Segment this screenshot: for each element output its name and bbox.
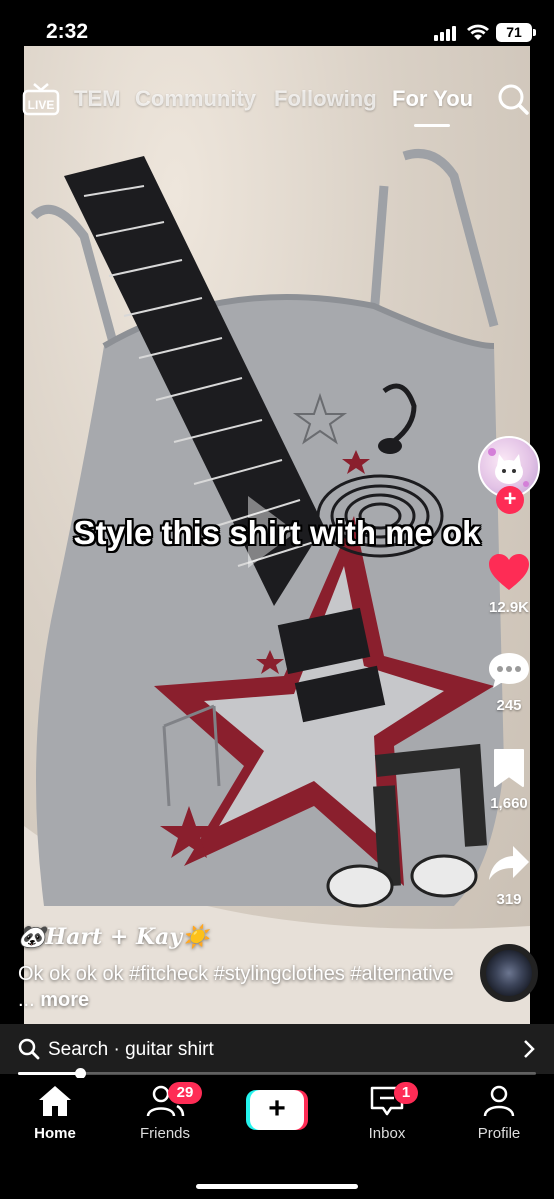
live-label: LIVE: [28, 98, 55, 112]
profile-icon: [483, 1085, 515, 1117]
related-search-text: Search · guitar shirt: [48, 1039, 214, 1060]
status-time: 2:32: [46, 20, 89, 43]
bookmark-button[interactable]: 1,660: [476, 748, 542, 812]
tab-home-label: Home: [34, 1125, 76, 1142]
search-icon: [18, 1038, 40, 1060]
live-tv-icon[interactable]: LIVE: [22, 82, 60, 116]
active-tab-indicator: [414, 124, 450, 127]
share-button[interactable]: 319: [476, 844, 542, 908]
friends-badge: 29: [168, 1082, 202, 1104]
creator-username[interactable]: 🐼𝑯𝒂𝒓𝒕 + 𝑲𝒂𝒚☀️: [18, 924, 210, 950]
tab-profile-label: Profile: [477, 1125, 521, 1142]
progress-fill: [18, 1072, 81, 1075]
tab-friends-label: Friends: [139, 1125, 191, 1142]
share-count: 319: [496, 891, 522, 908]
tab-profile[interactable]: Profile: [454, 1084, 544, 1142]
sound-disc[interactable]: [480, 944, 538, 1002]
bookmark-icon: [494, 749, 524, 787]
video-progress-bar[interactable]: [18, 1068, 536, 1079]
related-search-bar[interactable]: Search · guitar shirt: [0, 1024, 554, 1074]
comment-icon: [489, 653, 529, 688]
heart-icon: [489, 554, 529, 590]
plus-icon: +: [250, 1090, 304, 1130]
home-icon: [39, 1086, 71, 1116]
battery-icon: 71: [496, 23, 536, 42]
more-link[interactable]: more: [40, 989, 89, 1011]
tab-inbox-label: Inbox: [368, 1125, 406, 1142]
inbox-badge: 1: [394, 1082, 418, 1104]
cellular-signal-icon: [434, 25, 460, 41]
search-icon[interactable]: [496, 82, 530, 116]
bottom-tab-bar: Home Friends 29 + Inbox 1 Profile: [0, 1078, 554, 1199]
share-arrow-icon: [489, 846, 529, 880]
like-button[interactable]: 12.9K: [476, 552, 542, 616]
tab-community[interactable]: Community: [135, 86, 256, 112]
create-button[interactable]: +: [246, 1090, 308, 1130]
chevron-right-icon: [524, 1040, 535, 1058]
tab-home[interactable]: Home: [10, 1084, 100, 1142]
tab-friends[interactable]: Friends 29: [120, 1082, 210, 1142]
status-bar: 2:32 71: [0, 0, 554, 46]
follow-button[interactable]: +: [496, 486, 524, 514]
comment-count: 245: [496, 697, 522, 714]
like-count: 12.9K: [488, 599, 530, 616]
wifi-icon: [467, 24, 489, 40]
tab-inbox[interactable]: Inbox 1: [342, 1082, 432, 1142]
comment-button[interactable]: 245: [476, 650, 542, 714]
top-navigation: LIVE TEM Community Following For You: [0, 80, 554, 127]
tab-for-you[interactable]: For You: [392, 86, 473, 112]
bookmark-count: 1,660: [490, 795, 528, 812]
video-description: Ok ok ok ok #fitcheck #stylingclothes #a…: [18, 961, 468, 1013]
home-indicator: [196, 1184, 358, 1189]
tab-tem[interactable]: TEM: [74, 86, 120, 112]
tab-following[interactable]: Following: [274, 86, 377, 112]
video-overlay-caption: Style this shirt with me ok: [73, 514, 481, 551]
